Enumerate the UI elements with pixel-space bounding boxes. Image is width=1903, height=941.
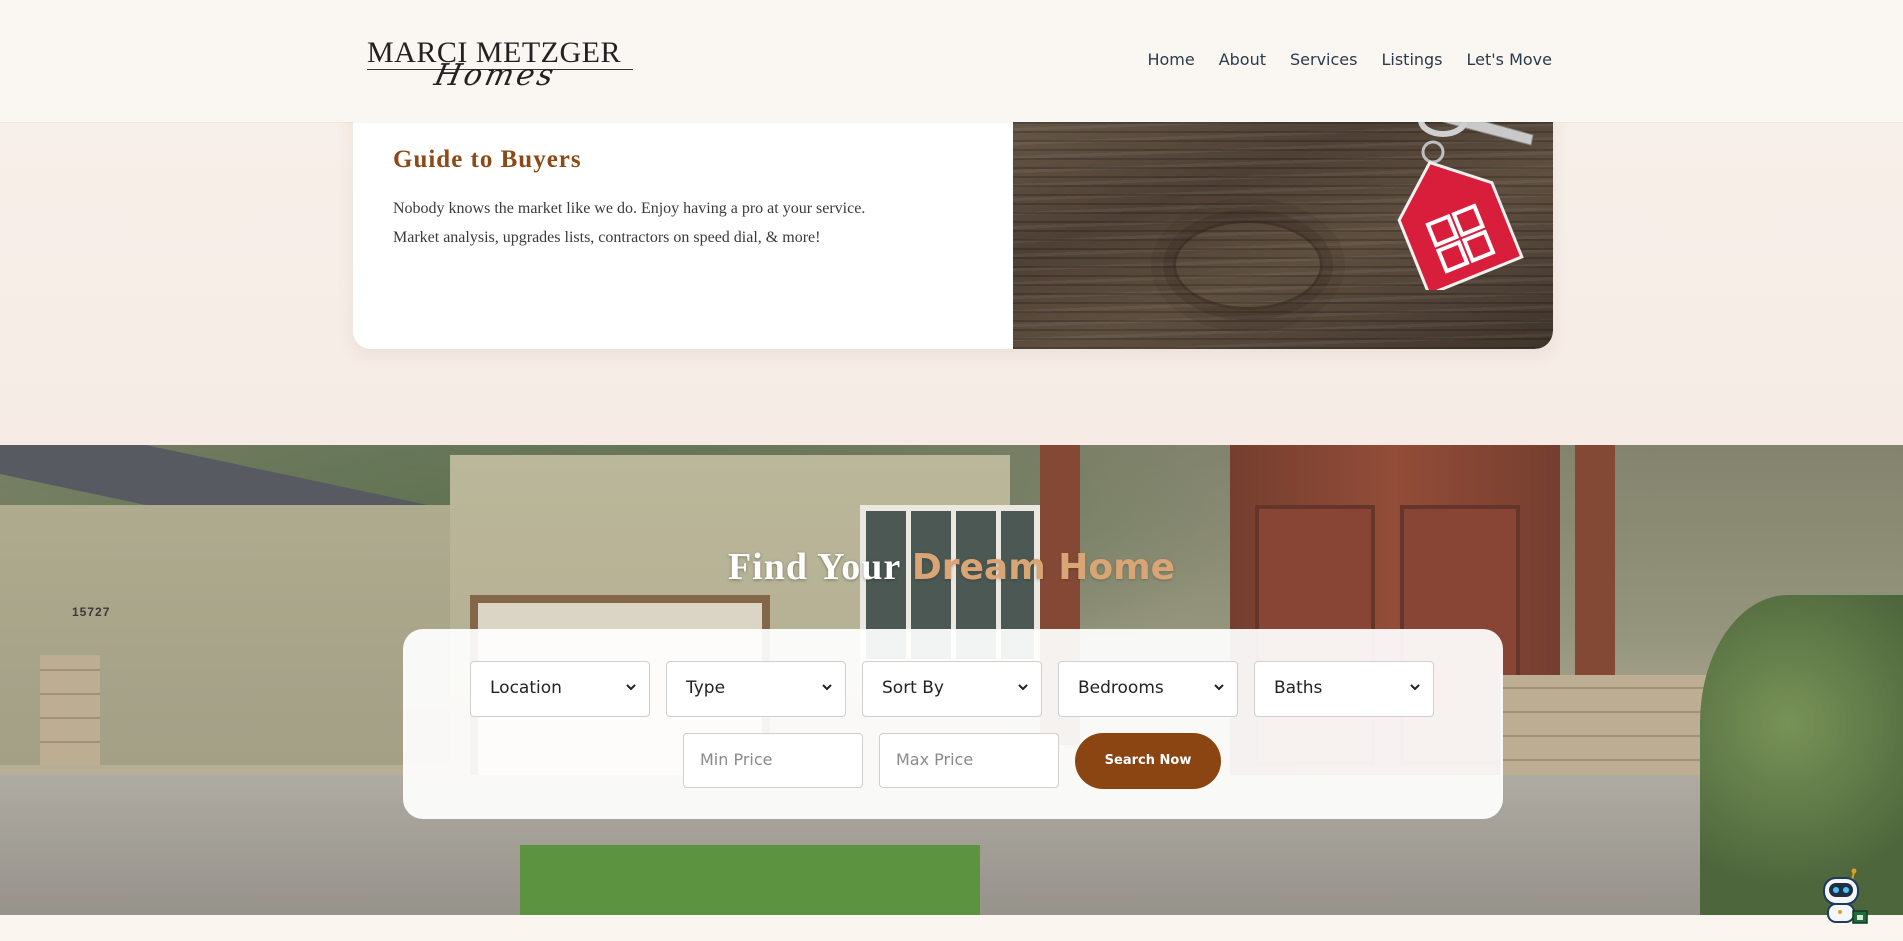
chevron-down-icon	[822, 684, 832, 691]
logo-script-text: Homes	[431, 58, 560, 93]
search-now-button[interactable]: Search Now	[1075, 733, 1221, 789]
next-section-edge	[0, 915, 1903, 941]
nav-home[interactable]: Home	[1147, 50, 1194, 69]
max-price-input[interactable]: Max Price	[879, 733, 1059, 788]
guide-title: Guide to Buyers	[393, 146, 582, 173]
property-search-panel: Location Type Sort By Bedrooms Baths Min…	[403, 629, 1503, 819]
chevron-down-icon	[1018, 684, 1028, 691]
baths-select-label: Baths	[1274, 678, 1323, 698]
chevron-down-icon	[626, 684, 636, 691]
nav-lets-move[interactable]: Let's Move	[1467, 50, 1552, 69]
nav-about[interactable]: About	[1219, 50, 1266, 69]
bedrooms-select[interactable]: Bedrooms	[1058, 661, 1238, 717]
main-nav: Home About Services Listings Let's Move	[1123, 50, 1552, 69]
type-select[interactable]: Type	[666, 661, 846, 717]
sort-by-select[interactable]: Sort By	[862, 661, 1042, 717]
location-select-label: Location	[490, 678, 562, 698]
guide-text-block: Guide to Buyers Nobody knows the market …	[393, 146, 973, 252]
chevron-down-icon	[1214, 684, 1224, 691]
min-price-input[interactable]: Min Price	[683, 733, 863, 788]
hero-title-part-2: Dream Home	[911, 547, 1176, 588]
guide-image-wood-keys	[1013, 100, 1553, 349]
guide-description-line-1: Nobody knows the market like we do. Enjo…	[393, 200, 866, 217]
location-select[interactable]: Location	[470, 661, 650, 717]
site-logo[interactable]: MARCI METZGER Homes	[367, 36, 635, 93]
nav-services[interactable]: Services	[1290, 50, 1357, 69]
wood-knot-decoration	[1173, 220, 1323, 310]
guide-description-line-2: Market analysis, upgrades lists, contrac…	[393, 229, 821, 246]
hero-title: Find Your Dream Home	[0, 545, 1903, 589]
chevron-down-icon	[1410, 684, 1420, 691]
hero-title-part-1: Find Your	[727, 546, 902, 588]
search-price-row: Min Price Max Price Search Now	[683, 733, 1221, 789]
robot-chat-icon[interactable]	[1812, 866, 1872, 926]
hero-section: 15727 Find Your Dream Home Location Type…	[0, 445, 1903, 915]
guide-to-buyers-card: Guide to Buyers Nobody knows the market …	[353, 100, 1553, 349]
house-keychain-icon	[1397, 103, 1534, 290]
baths-select[interactable]: Baths	[1254, 661, 1434, 717]
search-filters-row: Location Type Sort By Bedrooms Baths	[470, 661, 1434, 717]
type-select-label: Type	[686, 678, 726, 698]
guide-description: Nobody knows the market like we do. Enjo…	[393, 194, 973, 252]
site-header: MARCI METZGER Homes Home About Services …	[0, 0, 1903, 122]
nav-listings[interactable]: Listings	[1381, 50, 1442, 69]
bedrooms-select-label: Bedrooms	[1078, 678, 1164, 698]
sort-by-select-label: Sort By	[882, 678, 944, 698]
